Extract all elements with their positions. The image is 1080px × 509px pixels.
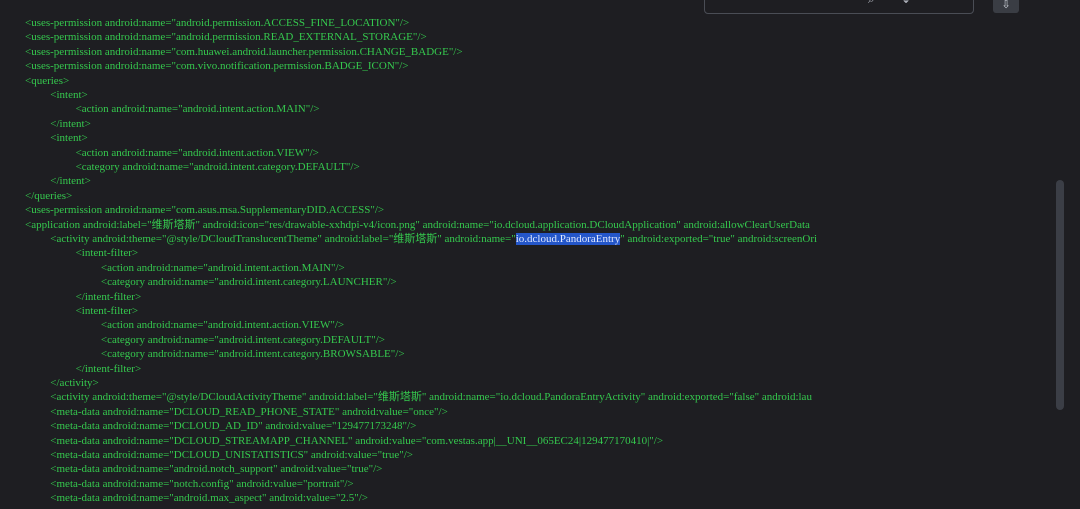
code-line: <meta-data android:name="android.notch_s… [50, 462, 382, 476]
code-text: <meta-data android:name="DCLOUD_UNISTATI… [50, 449, 413, 461]
code-text: <uses-permission android:name="com.huawe… [25, 45, 463, 58]
code-line: <category android:name="android.intent.c… [101, 275, 397, 289]
code-text: <meta-data android:name="DCLOUD_STREAMAP… [50, 434, 664, 447]
code-text: <action android:name="android.intent.act… [100, 261, 345, 274]
code-line: <action android:name="android.intent.act… [76, 102, 320, 116]
code-line: <uses-permission android:name="android.p… [25, 30, 427, 44]
code-text: </intent> [50, 117, 91, 130]
code-editor[interactable]: <uses-permission android:name="android.p… [0, 0, 1080, 509]
code-text: <application android:label="维斯塔斯" androi… [25, 218, 810, 231]
code-line: <activity android:theme="@style/DCloudAc… [50, 390, 812, 404]
code-line: </intent-filter> [76, 290, 142, 304]
code-text: </intent-filter> [75, 290, 142, 303]
code-line: </queries> [25, 189, 72, 203]
code-line: <uses-permission android:name="android.p… [25, 16, 409, 30]
code-text: <intent-filter> [75, 305, 139, 317]
code-line: <meta-data android:name="DCLOUD_AD_ID" a… [50, 419, 416, 433]
code-line: <activity android:theme="@style/DCloudTr… [50, 232, 817, 246]
code-text: </activity> [50, 377, 99, 389]
code-text: <meta-data android:name="notch.config" a… [50, 477, 354, 490]
code-line: <action android:name="android.intent.act… [76, 146, 319, 160]
code-line: <uses-permission android:name="com.asus.… [25, 203, 384, 217]
code-line: <action android:name="android.intent.act… [101, 261, 345, 275]
vertical-scrollbar[interactable] [1056, 180, 1064, 410]
arrow-up-icon[interactable]: ↕ [901, 0, 911, 6]
code-line: </activity> [50, 376, 98, 390]
code-text: <meta-data android:name="DCLOUD_AD_ID" a… [50, 420, 417, 433]
code-text: </intent-filter> [75, 362, 142, 375]
code-text: <meta-data android:name="android.notch_s… [50, 463, 383, 476]
code-line: <meta-data android:name="DCLOUD_READ_PHO… [50, 405, 447, 419]
code-line: <meta-data android:name="notch.config" a… [50, 477, 353, 491]
code-line: <meta-data android:name="DCLOUD_STREAMAP… [50, 434, 663, 448]
code-line: <queries> [25, 74, 69, 88]
code-text: <uses-permission android:name="android.p… [25, 17, 410, 29]
code-text: <category android:name="android.intent.c… [100, 333, 385, 346]
code-text: " android:exported="true" android:screen… [620, 233, 818, 245]
code-text: <meta-data android:name="android.max_asp… [50, 492, 368, 505]
code-text: </intent> [50, 175, 91, 188]
code-text: <queries> [25, 74, 70, 87]
code-text: <intent-filter> [75, 247, 139, 260]
code-line: </intent> [50, 117, 91, 131]
download-icon[interactable]: ⇩ [993, 0, 1019, 13]
code-text: <uses-permission android:name="android.p… [25, 31, 427, 44]
code-line: <category android:name="android.intent.c… [101, 333, 385, 347]
code-line: <category android:name="android.intent.c… [101, 347, 405, 361]
code-line: <uses-permission android:name="com.huawe… [25, 45, 463, 59]
code-text: <category android:name="android.intent.c… [100, 276, 397, 289]
search-icon[interactable]: ⌕ [868, 0, 875, 7]
code-text: <intent> [50, 132, 88, 145]
code-text: <intent> [50, 89, 88, 101]
code-line: <action android:name="android.intent.act… [101, 318, 344, 332]
code-line: <intent-filter> [76, 246, 139, 260]
code-text: <category android:name="android.intent.c… [75, 161, 360, 173]
code-line: <intent-filter> [76, 304, 139, 318]
code-line: <application android:label="维斯塔斯" androi… [25, 218, 810, 232]
code-text: <activity android:theme="@style/DCloudTr… [50, 233, 516, 245]
code-text: <activity android:theme="@style/DCloudAc… [50, 391, 812, 404]
code-text: </queries> [25, 189, 73, 202]
code-text: <category android:name="android.intent.c… [100, 348, 405, 361]
regex-toggle[interactable]: ①⑥ [935, 0, 953, 3]
code-text: <action android:name="android.intent.act… [75, 103, 320, 116]
code-line: <intent> [50, 131, 87, 145]
code-text: <meta-data android:name="DCLOUD_READ_PHO… [50, 405, 448, 418]
code-text: <action android:name="android.intent.act… [100, 319, 345, 332]
code-line: <uses-permission android:name="com.vivo.… [25, 59, 409, 73]
search-match-highlight: io.dcloud.PandoraEntry [515, 233, 621, 245]
code-line: <category android:name="android.intent.c… [76, 160, 360, 174]
code-line: <meta-data android:name="android.max_asp… [50, 491, 368, 505]
code-line: </intent-filter> [76, 362, 142, 376]
code-line: </intent> [50, 174, 91, 188]
code-line: <intent> [50, 88, 87, 102]
code-text: <uses-permission android:name="com.vivo.… [25, 60, 409, 73]
code-text: <action android:name="android.intent.act… [75, 146, 319, 159]
code-text: <uses-permission android:name="com.asus.… [25, 204, 385, 217]
code-line: <meta-data android:name="DCLOUD_UNISTATI… [50, 448, 413, 462]
find-bar[interactable]: ⌕ ↕ ①⑥ [704, 0, 974, 14]
